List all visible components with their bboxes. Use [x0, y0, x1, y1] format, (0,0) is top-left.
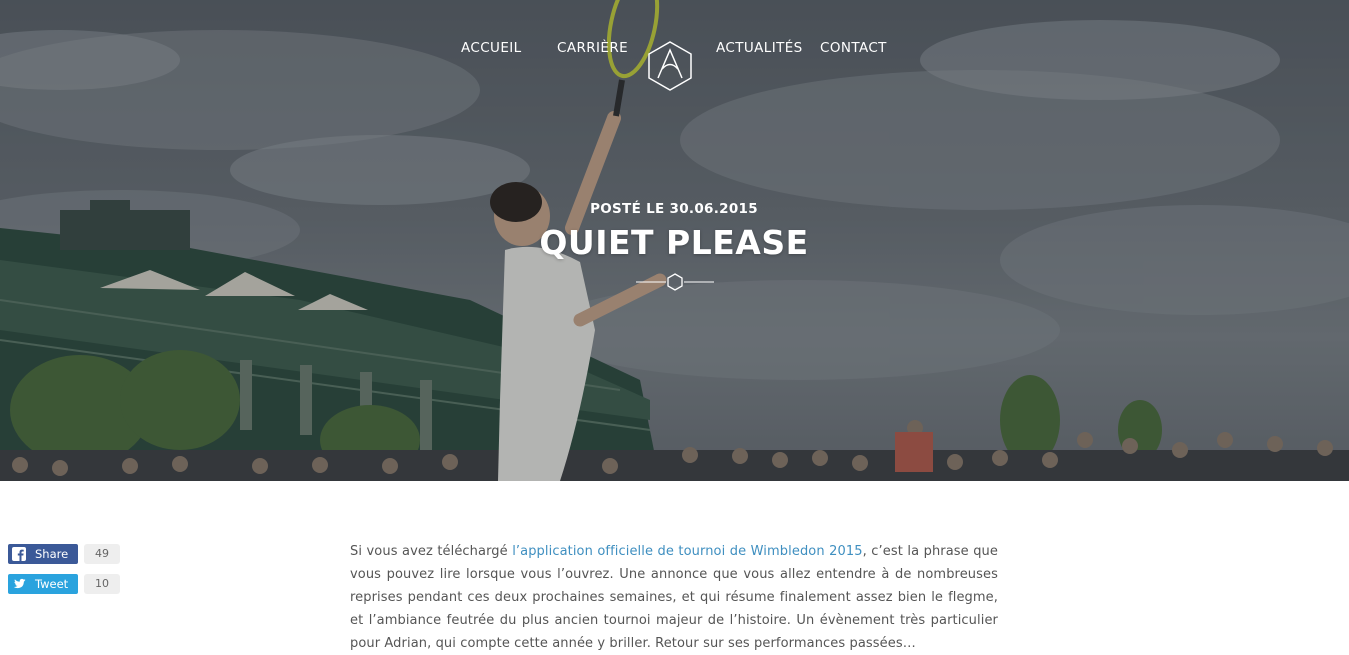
article-text-intro: Si vous avez téléchargé: [350, 544, 513, 559]
tweet-button[interactable]: Tweet: [8, 574, 78, 594]
tweet-label: Tweet: [35, 577, 69, 591]
article-text-rest: , c’est la phrase que vous pouvez lire l…: [350, 544, 998, 651]
article-body: Si vous avez téléchargé l’application of…: [350, 540, 998, 655]
share-label: Share: [35, 547, 69, 561]
logo[interactable]: [646, 40, 694, 92]
hexagon-divider-icon: [636, 273, 714, 291]
nav-carriere[interactable]: CARRIÈRE: [557, 40, 628, 56]
facebook-share-button[interactable]: Share: [8, 544, 78, 564]
twitter-bird-icon: [13, 578, 26, 589]
post-date: POSTÉ LE 30.06.2015: [590, 201, 758, 217]
facebook-icon: [12, 547, 26, 561]
hexagon-logo-icon: [648, 41, 692, 91]
nav-accueil[interactable]: ACCUEIL: [461, 40, 522, 56]
wimbledon-app-link[interactable]: l’application officielle de tournoi de W…: [512, 544, 862, 559]
nav-actualites[interactable]: ACTUALITÉS: [716, 40, 803, 56]
share-count: 49: [84, 544, 120, 564]
page-title: QUIET PLEASE: [539, 223, 809, 262]
tweet-count: 10: [84, 574, 120, 594]
nav-contact[interactable]: CONTACT: [820, 40, 887, 56]
